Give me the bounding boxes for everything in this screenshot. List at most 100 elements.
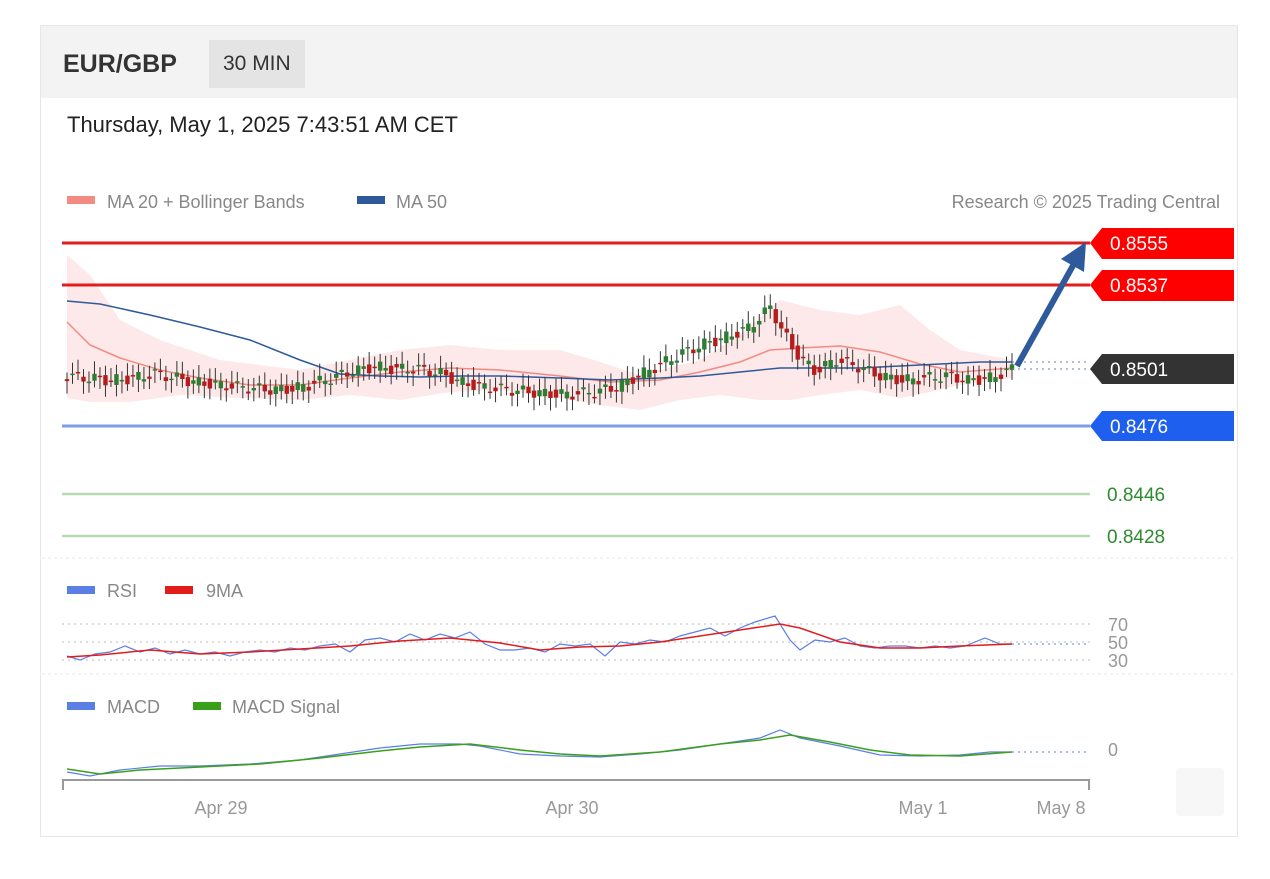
rsi-legend-swatch	[67, 586, 95, 594]
candle-body	[515, 390, 520, 394]
candle-body	[960, 380, 965, 383]
candle-body	[707, 341, 713, 343]
candle-body	[163, 377, 169, 382]
x-tick-may1: May 1	[898, 798, 947, 818]
candle-body	[850, 362, 855, 366]
candle-body	[669, 361, 674, 365]
macd-legend-label: MACD	[107, 697, 160, 717]
candle-body	[674, 360, 680, 363]
candle-body	[312, 380, 317, 384]
candle-body	[531, 390, 537, 398]
candle-body	[894, 375, 899, 385]
candle-body	[603, 384, 608, 388]
candle-body	[822, 360, 828, 367]
candle-body	[553, 389, 559, 398]
candle-body	[207, 378, 213, 389]
candle-body	[663, 356, 669, 363]
candle-body	[218, 381, 224, 389]
candle-body	[883, 372, 888, 381]
candle-body	[421, 364, 427, 367]
x-tick-may8: May 8	[1036, 798, 1085, 818]
candle-body	[471, 379, 476, 390]
candle-body	[762, 307, 767, 315]
rsi-tick-70: 70	[1108, 615, 1128, 635]
candle-body	[795, 345, 800, 360]
candle-body	[910, 378, 916, 385]
macd-legend-swatch	[67, 702, 95, 710]
candle-body	[438, 368, 443, 375]
candle-body	[460, 377, 465, 385]
candle-body	[301, 384, 306, 392]
candle-body	[119, 379, 125, 382]
candle-body	[817, 366, 822, 373]
candle-body	[108, 380, 114, 383]
candle-body	[976, 375, 982, 385]
candle-body	[658, 362, 663, 365]
candle-body	[921, 375, 927, 378]
candle-body	[416, 364, 421, 367]
candle-body	[262, 384, 267, 392]
candle-body	[64, 379, 70, 382]
candle-body	[614, 390, 619, 392]
candle-body	[987, 372, 993, 383]
candle-body	[680, 349, 685, 355]
candle-body	[97, 375, 103, 378]
candle-body	[597, 388, 603, 394]
rsi9ma-legend-swatch	[165, 586, 193, 594]
candle-body	[405, 371, 410, 374]
candle-body	[465, 383, 471, 387]
candle-body	[399, 363, 405, 369]
candle-body	[317, 375, 322, 381]
candle-body	[169, 378, 174, 381]
candle-body	[202, 381, 207, 386]
macd-signal-legend-label: MACD Signal	[232, 697, 340, 717]
candle-body	[581, 387, 586, 390]
candle-body	[240, 386, 246, 388]
candle-body	[377, 361, 383, 371]
candle-body	[306, 386, 311, 391]
candle-body	[938, 381, 943, 383]
candle-body	[740, 327, 745, 329]
candle-body	[75, 371, 81, 374]
candle-body	[273, 386, 278, 395]
candle-body	[279, 385, 284, 392]
candle-body	[366, 364, 372, 374]
candle-body	[773, 309, 778, 324]
candle-body	[696, 348, 702, 353]
rsi-tick-50: 50	[1108, 633, 1128, 653]
candle-body	[493, 387, 498, 392]
forecast-arrow-shaft	[1014, 260, 1078, 368]
settings-button[interactable]	[1176, 768, 1224, 816]
candle-body	[498, 383, 504, 386]
rsi-legend-label: RSI	[107, 581, 137, 601]
candle-body	[806, 360, 811, 365]
candle-body	[998, 374, 1004, 379]
candle-body	[290, 385, 295, 392]
candle-body	[575, 391, 581, 395]
candle-body	[630, 377, 636, 384]
candle-body	[509, 392, 515, 396]
candle-body	[685, 347, 691, 349]
candle-body	[70, 373, 75, 376]
candle-body	[482, 383, 487, 389]
candle-body	[443, 369, 449, 376]
candle-body	[751, 327, 756, 333]
candle-body	[812, 365, 817, 375]
rsi-tick-30: 30	[1108, 651, 1128, 671]
candle-body	[246, 391, 251, 394]
candle-body	[735, 331, 740, 338]
candle-body	[147, 376, 152, 379]
candle-body	[180, 373, 185, 380]
candle-body	[432, 374, 438, 377]
candle-body	[136, 371, 141, 380]
candle-body	[361, 366, 366, 369]
candle-body	[328, 383, 333, 386]
candle-body	[965, 375, 971, 384]
candle-body	[971, 378, 976, 381]
candle-body	[152, 369, 158, 371]
rsi9ma-legend-label: 9MA	[206, 581, 243, 601]
candle-body	[949, 371, 954, 374]
candle-body	[504, 386, 509, 389]
candle-body	[191, 380, 196, 384]
candle-body	[196, 377, 202, 386]
